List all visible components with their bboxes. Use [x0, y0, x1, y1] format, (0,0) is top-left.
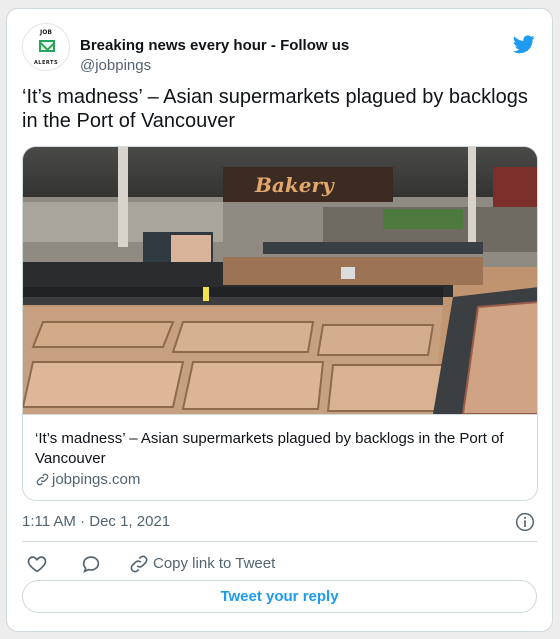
avatar[interactable]: JOB ALERTS [22, 23, 70, 71]
embedded-tweet-card: JOB ALERTS Breaking news every hour - Fo… [6, 8, 553, 632]
avatar-text-bottom: ALERTS [33, 60, 59, 66]
link-card-meta[interactable]: ‘It’s madness’ – Asian supermarkets plag… [23, 414, 537, 500]
tweet-header: JOB ALERTS Breaking news every hour - Fo… [22, 23, 537, 74]
article-photo[interactable]: Bakery [23, 147, 538, 414]
link-preview-card[interactable]: Bakery ‘It’s madness’ – Asian supermarke… [22, 146, 538, 501]
link-icon [36, 473, 49, 486]
copy-link-icon[interactable] [128, 553, 150, 575]
heart-icon[interactable] [26, 553, 48, 575]
info-icon[interactable] [515, 512, 535, 532]
bakery-sign: Bakery [254, 173, 335, 197]
author-display-name[interactable]: Breaking news every hour - Follow us [80, 37, 349, 54]
author-handle[interactable]: @jobpings [80, 57, 151, 74]
divider [22, 541, 537, 542]
copy-link-button[interactable]: Copy link to Tweet [153, 553, 275, 575]
twitter-bird-icon[interactable] [511, 33, 537, 55]
tweet-actions: Copy link to Tweet [22, 549, 537, 579]
tweet-timestamp[interactable]: 1:11 AM · Dec 1, 2021 [22, 513, 170, 530]
envelope-icon [39, 40, 55, 52]
tweet-reply-button[interactable]: Tweet your reply [22, 580, 537, 613]
link-card-domain-text: jobpings.com [52, 471, 141, 488]
link-card-domain[interactable]: jobpings.com [35, 471, 525, 488]
avatar-text-top: JOB [40, 29, 52, 36]
link-card-title[interactable]: ‘It’s madness’ – Asian supermarkets plag… [35, 429, 525, 469]
comment-icon[interactable] [80, 553, 102, 575]
tweet-time-row: 1:11 AM · Dec 1, 2021 [22, 511, 537, 533]
tweet-text: ‘It’s madness’ – Asian supermarkets plag… [22, 86, 528, 132]
